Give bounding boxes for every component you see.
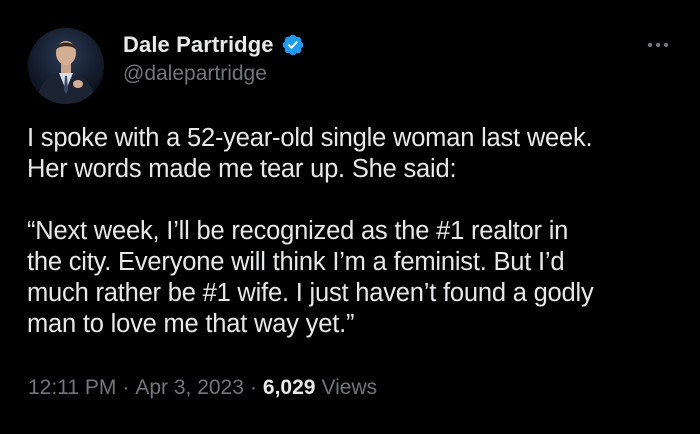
avatar-image xyxy=(28,28,104,104)
display-name[interactable]: Dale Partridge xyxy=(123,32,274,58)
tweet-text-line: man to love me that way yet.” xyxy=(27,310,355,338)
more-horizontal-icon xyxy=(647,42,669,48)
tweet-time[interactable]: 12:11 PM xyxy=(28,376,116,400)
tweet-text-line: much rather be #1 wife. I just haven’t f… xyxy=(27,279,594,307)
tweet-card: Dale Partridge @dalepartridge I spoke wi… xyxy=(0,0,700,434)
meta-separator: · xyxy=(122,376,130,399)
tweet-text-line: Her words made me tear up. She said: xyxy=(27,155,457,183)
tweet-text-line: “Next week, I’ll be recognized as the #1… xyxy=(27,217,569,245)
author-name-row: Dale Partridge xyxy=(123,30,305,60)
verified-badge-icon xyxy=(281,33,305,57)
tweet-text-line: I spoke with a 52-year-old single woman … xyxy=(27,124,593,152)
views-label: Views xyxy=(321,376,378,399)
meta-separator: · xyxy=(249,376,257,399)
tweet-text-line: the city. Everyone will think I’m a femi… xyxy=(27,248,565,276)
more-button[interactable] xyxy=(644,38,672,52)
tweet-text: I spoke with a 52-year-old single woman … xyxy=(27,123,677,340)
tweet-metadata: 12:11 PM · Apr 3, 2023 · 6,029 Views xyxy=(28,376,377,400)
views-count: 6,029 xyxy=(262,376,316,399)
author-handle[interactable]: @dalepartridge xyxy=(123,62,267,86)
tweet-date[interactable]: Apr 3, 2023 xyxy=(135,376,244,400)
avatar[interactable] xyxy=(28,28,104,104)
